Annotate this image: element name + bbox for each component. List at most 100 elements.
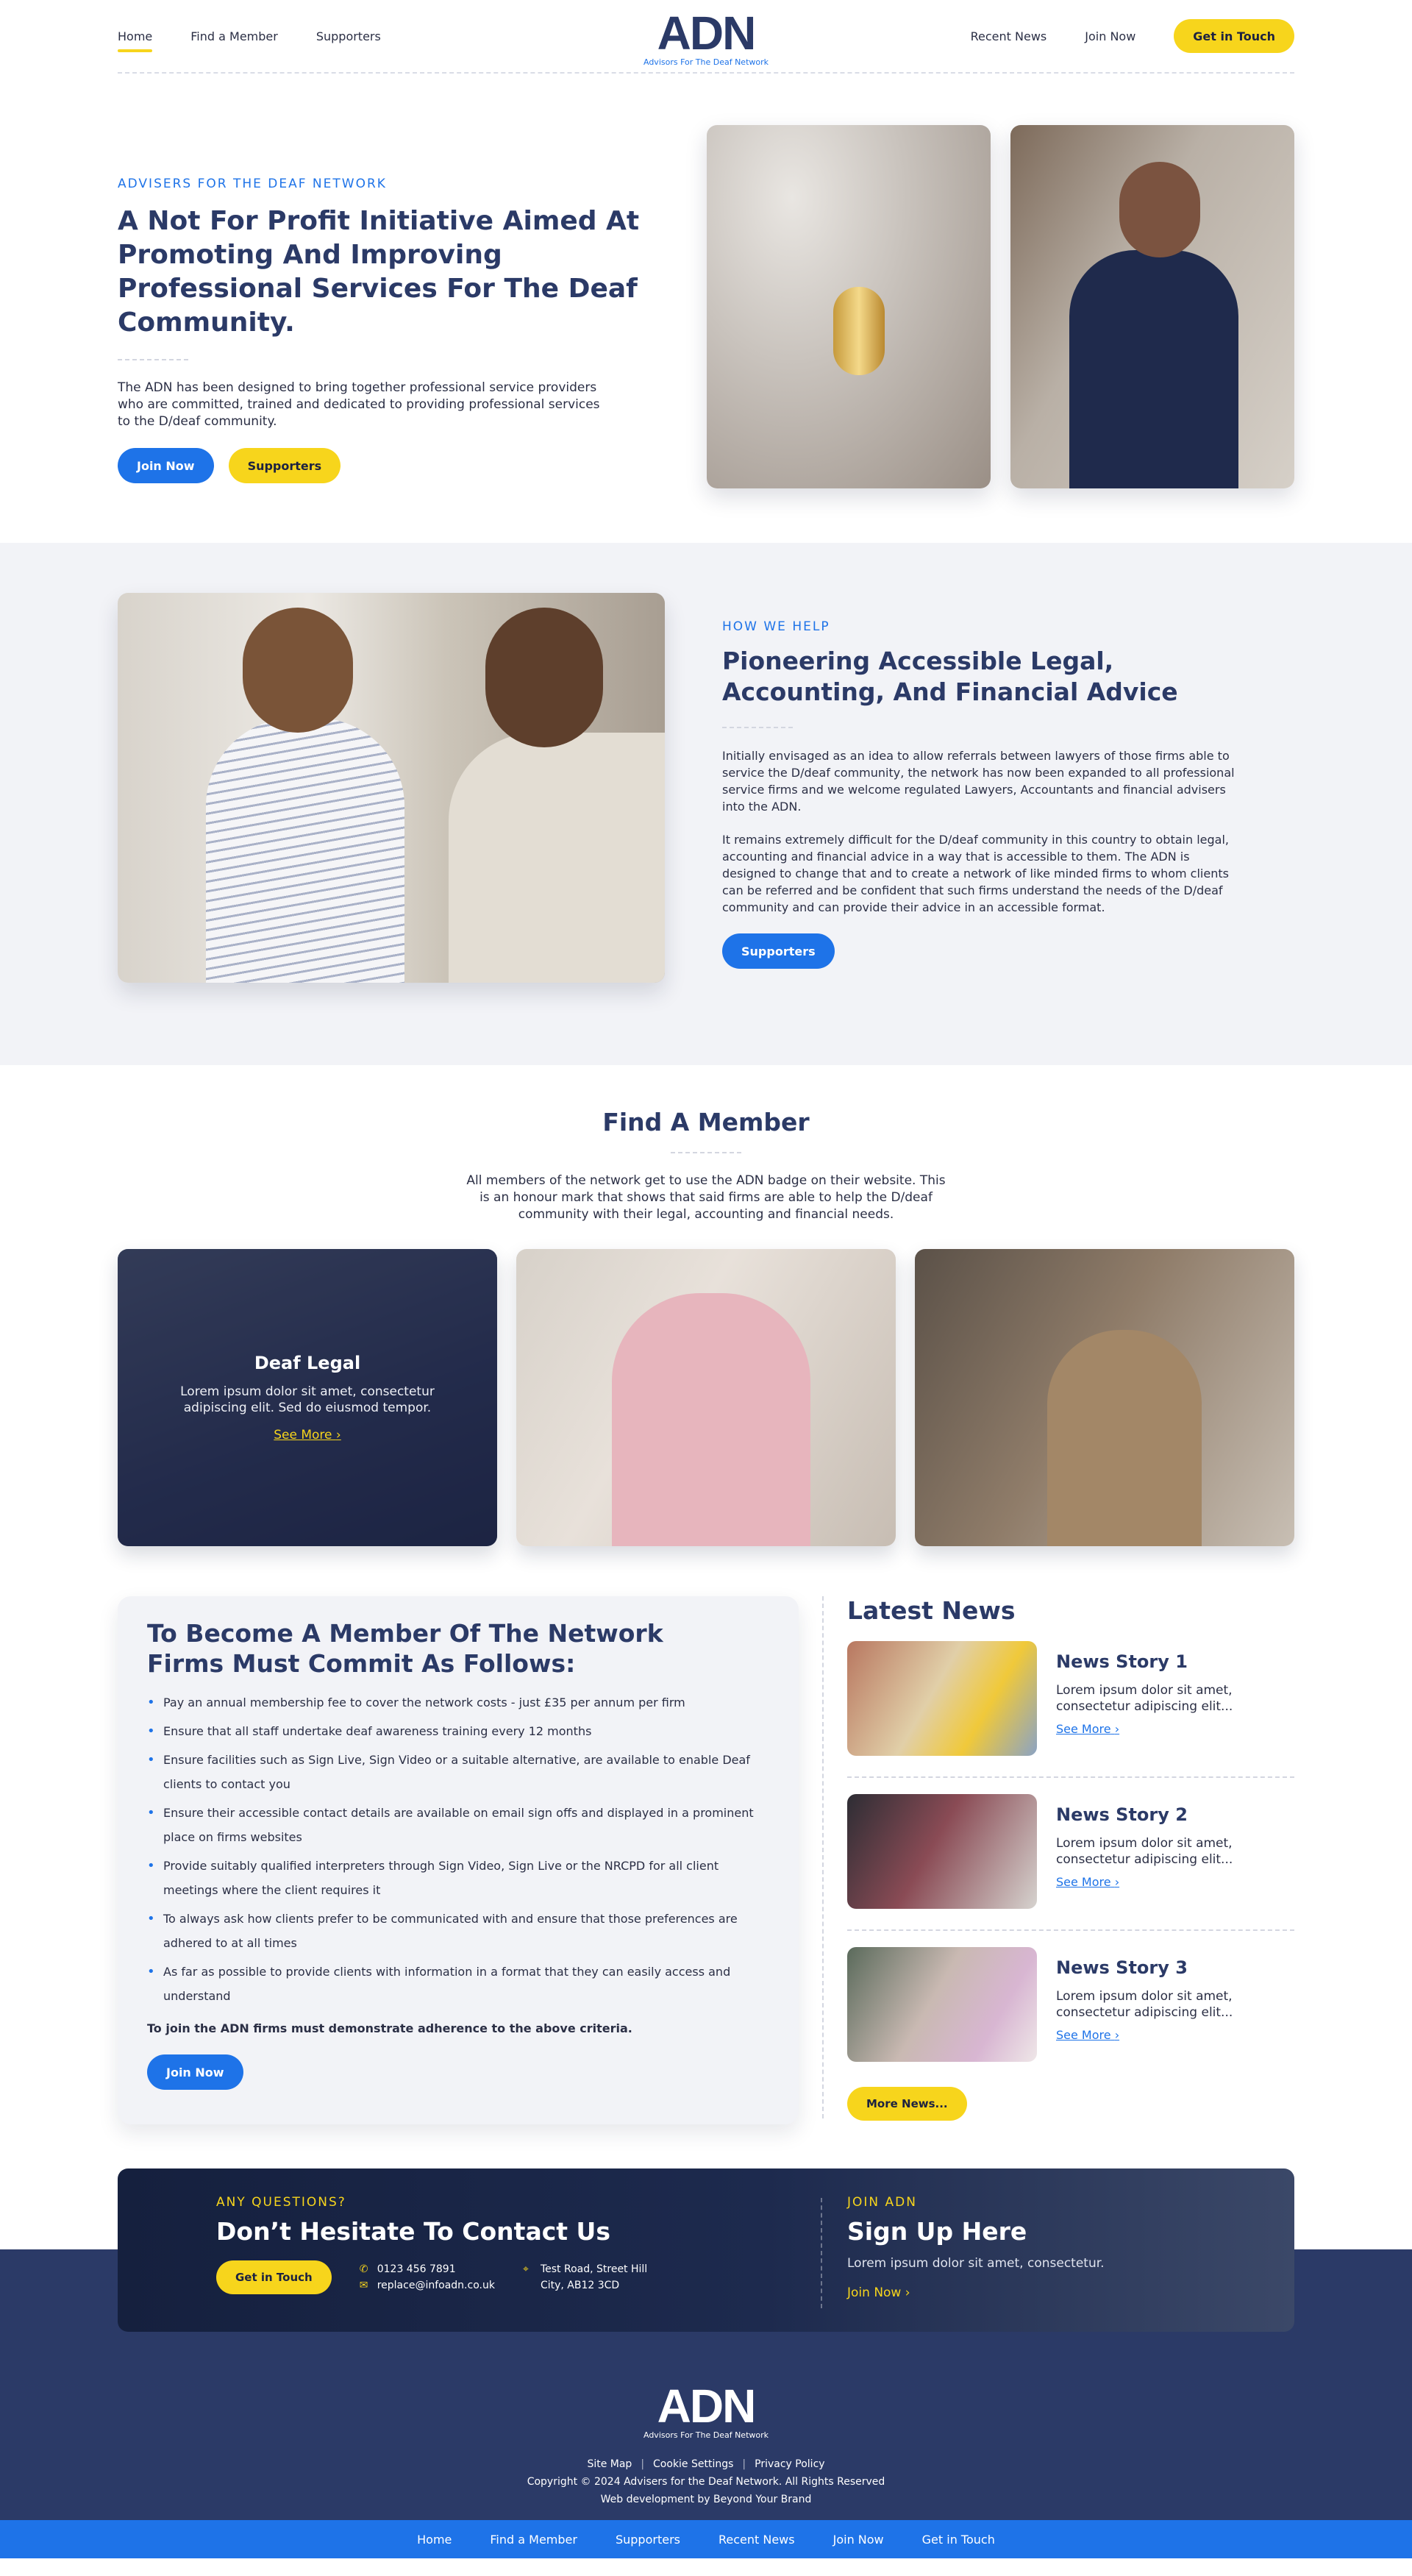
figure-head (243, 608, 353, 733)
card-description: Lorem ipsum dolor sit amet, consectetur … (180, 1384, 435, 1415)
developer-credit[interactable]: Web development by Beyond Your Brand (0, 2494, 1412, 2505)
find-member-section: Find A Member All members of the network… (0, 1065, 1412, 1580)
list-item: Ensure their accessible contact details … (147, 1801, 769, 1849)
help-eyebrow: HOW WE HELP (722, 619, 830, 634)
more-news-button[interactable]: More News... (847, 2087, 967, 2121)
chevron-right-icon: › (905, 2285, 910, 2300)
nav-find-member[interactable]: Find a Member (190, 24, 278, 49)
contact-band: ANY QUESTIONS? Don’t Hesitate To Contact… (118, 2168, 1294, 2332)
requirements-title: To Become A Member Of The Network Firms … (147, 1619, 663, 1678)
see-more-link[interactable]: See More › (1056, 1722, 1119, 1736)
member-card-3[interactable] (915, 1249, 1294, 1546)
join-now-label: Join Now (847, 2285, 902, 2300)
list-item: Ensure facilities such as Sign Live, Sig… (147, 1748, 769, 1796)
figure-head (485, 608, 603, 747)
footer-link-privacy-policy[interactable]: Privacy Policy (755, 2458, 824, 2470)
footer-nav: Home Find a Member Supporters Recent New… (0, 2520, 1412, 2558)
news-thumbnail[interactable] (847, 1947, 1037, 2062)
nav-supporters[interactable]: Supporters (316, 24, 381, 49)
divider (722, 727, 793, 728)
see-more-label: See More (1056, 2028, 1111, 2042)
member-card-deaf-legal[interactable]: Deaf Legal Lorem ipsum dolor sit amet, c… (118, 1249, 497, 1546)
list-item: Ensure that all staff undertake deaf awa… (147, 1719, 769, 1743)
figure-shape (1047, 1330, 1202, 1546)
separator: | (641, 2458, 645, 2470)
join-now-link[interactable]: Join Now › (847, 2285, 910, 2300)
join-column: JOIN ADN Sign Up Here Lorem ipsum dolor … (847, 2195, 1105, 2300)
join-now-button[interactable]: Join Now (118, 448, 214, 483)
news-thumbnail[interactable] (847, 1641, 1037, 1756)
hearing-aid-shape (833, 287, 885, 375)
contact-email[interactable]: replace@infoadn.co.uk (377, 2277, 495, 2294)
membership-news-section: To Become A Member Of The Network Firms … (0, 1580, 1412, 2168)
divider (822, 1596, 824, 2118)
list-item: As far as possible to provide clients wi… (147, 1960, 769, 2008)
nav-home[interactable]: Home (118, 24, 153, 52)
separator: | (742, 2458, 746, 2470)
help-text: HOW WE HELP Pioneering Accessible Legal,… (722, 619, 1237, 969)
chevron-right-icon: › (1114, 2028, 1120, 2042)
news-story: News Story 2 Lorem ipsum dolor sit amet,… (847, 1794, 1294, 1931)
see-more-link[interactable]: See More › (1056, 2028, 1119, 2042)
news-story-desc: Lorem ipsum dolor sit amet, consectetur … (1056, 1989, 1233, 2020)
figure-body (206, 718, 404, 983)
hero-text: ADVISERS FOR THE DEAF NETWORK A Not For … (118, 177, 647, 483)
footer-nav-join-now[interactable]: Join Now (833, 2533, 884, 2547)
requirements-list: Pay an annual membership fee to cover th… (147, 1690, 769, 2008)
hero-eyebrow: ADVISERS FOR THE DEAF NETWORK (118, 177, 387, 191)
footer-links: Site Map | Cookie Settings | Privacy Policy (0, 2458, 1412, 2470)
find-title: Find A Member (602, 1108, 810, 1136)
see-more-label: See More (1056, 1875, 1111, 1889)
footer-nav-recent-news[interactable]: Recent News (719, 2533, 795, 2547)
see-more-link[interactable]: See More › (274, 1428, 340, 1442)
help-paragraph-1: Initially envisaged as an idea to allow … (722, 749, 1235, 814)
divider (118, 359, 188, 360)
join-now-button[interactable]: Join Now (147, 2054, 243, 2090)
footer-link-site-map[interactable]: Site Map (587, 2458, 632, 2470)
footer-logo[interactable]: ADN Advisors For The Deaf Network (643, 2383, 769, 2440)
supporters-button[interactable]: Supporters (722, 933, 835, 969)
footer-nav-find-member[interactable]: Find a Member (490, 2533, 577, 2547)
mail-icon: ✉ (359, 2280, 368, 2291)
see-more-link[interactable]: See More › (1056, 1875, 1119, 1889)
location-pin-icon: ⌖ (522, 2263, 529, 2275)
join-description: Lorem ipsum dolor sit amet, consectetur. (847, 2256, 1105, 2271)
card-title: Deaf Legal (254, 1353, 361, 1373)
news-story-desc: Lorem ipsum dolor sit amet, consectetur … (1056, 1836, 1233, 1867)
footer-nav-home[interactable]: Home (417, 2533, 452, 2547)
site-header: Home Find a Member Supporters ADN Adviso… (0, 0, 1412, 74)
supporters-button[interactable]: Supporters (228, 448, 341, 483)
figure-body (449, 733, 665, 983)
help-image-signing-couple (118, 593, 665, 983)
membership-requirements-panel: To Become A Member Of The Network Firms … (118, 1596, 799, 2124)
join-title: Sign Up Here (847, 2217, 1027, 2246)
footer-nav-get-in-touch[interactable]: Get in Touch (922, 2533, 995, 2547)
contact-phone[interactable]: 0123 456 7891 (377, 2261, 456, 2277)
join-eyebrow: JOIN ADN (847, 2195, 917, 2210)
hero-image-hearing-aid (707, 125, 991, 488)
news-title: Latest News (847, 1596, 1016, 1625)
news-story-title: News Story 2 (1056, 1804, 1188, 1825)
contact-eyebrow: ANY QUESTIONS? (216, 2195, 346, 2210)
news-thumbnail[interactable] (847, 1794, 1037, 1909)
footer-nav-supporters[interactable]: Supporters (616, 2533, 680, 2547)
nav-recent-news[interactable]: Recent News (971, 24, 1047, 49)
how-we-help-section: HOW WE HELP Pioneering Accessible Legal,… (0, 543, 1412, 1065)
contact-band-wrapper: ANY QUESTIONS? Don’t Hesitate To Contact… (0, 2168, 1412, 2332)
phone-icon: ✆ (359, 2263, 368, 2275)
see-more-label: See More (274, 1428, 332, 1442)
nav-join-now[interactable]: Join Now (1085, 24, 1135, 49)
address-line-1: Test Road, Street Hill (540, 2263, 648, 2275)
requirements-note: To join the ADN firms must demonstrate a… (147, 2021, 632, 2035)
get-in-touch-button[interactable]: Get in Touch (216, 2260, 332, 2294)
news-story-desc: Lorem ipsum dolor sit amet, consectetur … (1056, 1683, 1233, 1714)
site-logo[interactable]: ADN Advisors For The Deaf Network (643, 10, 769, 67)
get-in-touch-button[interactable]: Get in Touch (1174, 19, 1294, 53)
see-more-label: See More (1056, 1722, 1111, 1736)
footer-link-cookie-settings[interactable]: Cookie Settings (653, 2458, 733, 2470)
chevron-right-icon: › (1114, 1722, 1120, 1736)
news-story-title: News Story 3 (1056, 1957, 1188, 1978)
primary-nav-right: Recent News Join Now Get in Touch (971, 19, 1294, 53)
member-card-2[interactable] (516, 1249, 896, 1546)
